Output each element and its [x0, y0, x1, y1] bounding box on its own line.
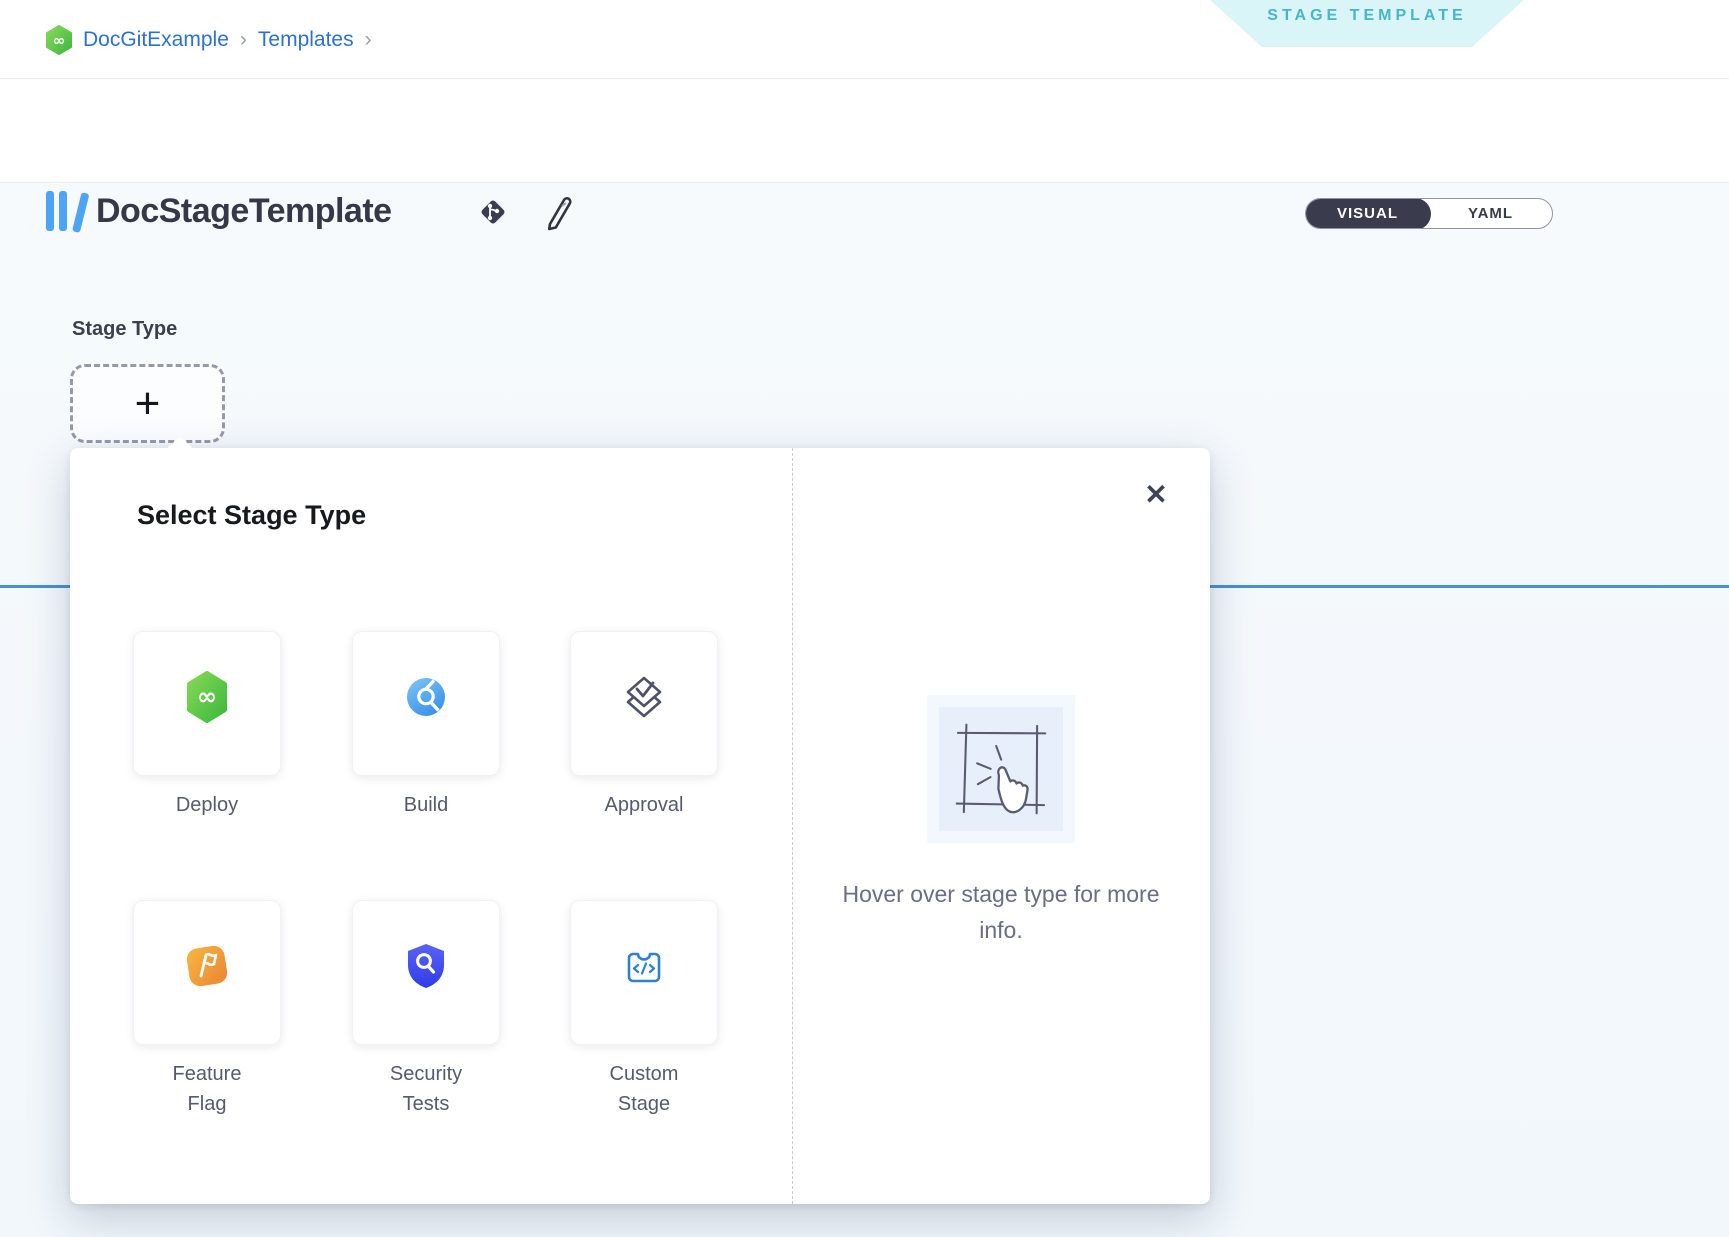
- hover-hint-text: Hover over stage type for more info.: [792, 876, 1210, 948]
- breadcrumb-project-link[interactable]: DocGitExample: [83, 28, 229, 52]
- hover-hand-illustration: [927, 695, 1075, 843]
- svg-text:∞: ∞: [197, 682, 217, 710]
- stage-template-ribbon: STAGE TEMPLATE: [1210, 0, 1524, 47]
- custom-stage-icon: [621, 943, 667, 989]
- stage-type-label-feature-flag: Feature Flag: [133, 1059, 281, 1119]
- select-stage-type-popover: Select Stage Type ✕ ∞: [70, 448, 1210, 1204]
- stage-info-pane: Hover over stage type for more info.: [792, 448, 1210, 1204]
- approval-icon: [620, 673, 668, 721]
- add-stage-button[interactable]: +: [70, 364, 225, 443]
- stage-type-label: Stage Type: [72, 318, 177, 341]
- security-tests-icon: [404, 942, 448, 990]
- build-icon: [406, 677, 446, 717]
- git-sync-icon: [477, 196, 509, 233]
- stage-type-label-deploy: Deploy: [133, 790, 281, 820]
- popover-title: Select Stage Type: [137, 500, 366, 531]
- stage-type-tile-approval[interactable]: [570, 631, 718, 776]
- title-bar: DocStageTemplate VISUAL YAML: [0, 79, 1729, 183]
- view-mode-toggle: VISUAL YAML: [1305, 198, 1553, 229]
- feature-flag-icon: [181, 940, 233, 992]
- page-title: DocStageTemplate: [96, 192, 392, 231]
- stage-type-tile-custom-stage[interactable]: [570, 900, 718, 1045]
- toggle-visual-button[interactable]: VISUAL: [1305, 198, 1431, 229]
- stage-type-tile-deploy[interactable]: ∞: [133, 631, 281, 776]
- stage-type-tile-feature-flag[interactable]: [133, 900, 281, 1045]
- top-bar: ∞ DocGitExample › Templates › STAGE TEMP…: [0, 0, 1729, 79]
- stage-template-ribbon-label: STAGE TEMPLATE: [1267, 7, 1466, 25]
- breadcrumb-separator-icon: ›: [365, 28, 372, 52]
- project-hexagon-icon: ∞: [46, 25, 72, 55]
- stage-type-label-custom-stage: Custom Stage: [570, 1059, 718, 1119]
- toggle-yaml-button[interactable]: YAML: [1429, 199, 1552, 228]
- stage-type-label-build: Build: [352, 790, 500, 820]
- stage-type-label-approval: Approval: [570, 790, 718, 820]
- breadcrumb-templates-link[interactable]: Templates: [258, 28, 354, 52]
- edit-pencil-icon[interactable]: [540, 193, 574, 238]
- stage-type-label-security-tests: Security Tests: [352, 1059, 500, 1119]
- stage-type-tile-build[interactable]: [352, 631, 500, 776]
- svg-text:∞: ∞: [53, 31, 66, 49]
- breadcrumb: ∞ DocGitExample › Templates ›: [46, 0, 372, 79]
- stage-type-tile-security-tests[interactable]: [352, 900, 500, 1045]
- breadcrumb-separator-icon: ›: [240, 28, 247, 52]
- template-library-icon: [46, 191, 90, 233]
- deploy-icon: ∞: [186, 671, 228, 723]
